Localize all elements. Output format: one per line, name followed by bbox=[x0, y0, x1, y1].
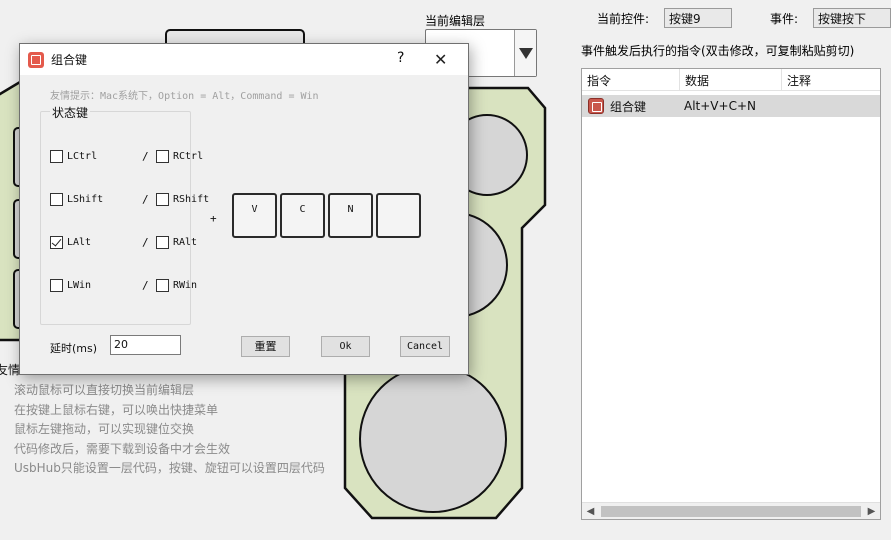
key-slot-2[interactable]: C bbox=[280, 193, 325, 238]
row-data: Alt+V+C+N bbox=[684, 99, 756, 113]
hint-list: 滚动鼠标可以直接切换当前编辑层 在按键上鼠标右键，可以唤出快捷菜单 鼠标左键拖动… bbox=[14, 381, 325, 479]
scroll-right-icon[interactable]: ▶ bbox=[863, 506, 880, 517]
label-rctrl: RCtrl bbox=[173, 150, 204, 162]
scroll-left-icon[interactable]: ◀ bbox=[582, 506, 599, 517]
label-lwin: LWin bbox=[67, 279, 92, 291]
ok-button[interactable]: Ok bbox=[321, 336, 370, 357]
key-slot-3[interactable]: N bbox=[328, 193, 373, 238]
current-control-field[interactable]: 按键9 bbox=[664, 8, 732, 28]
reset-button[interactable]: 重置 bbox=[241, 336, 290, 357]
combo-key-icon bbox=[28, 51, 44, 68]
label-rwin: RWin bbox=[173, 279, 198, 291]
cancel-button[interactable]: Cancel bbox=[400, 336, 450, 357]
modifier-group-title: 状态键 bbox=[50, 104, 91, 121]
delay-input[interactable]: 20 bbox=[110, 335, 181, 355]
command-table[interactable]: 指令 数据 注释 组合键 Alt+V+C+N ◀ ▶ bbox=[581, 68, 881, 520]
hint-item: 在按键上鼠标右键，可以唤出快捷菜单 bbox=[14, 402, 219, 417]
key-slot-1[interactable]: V bbox=[232, 193, 277, 238]
checkbox-lwin[interactable] bbox=[50, 278, 63, 292]
checkbox-lctrl[interactable] bbox=[50, 149, 63, 163]
checkbox-lshift[interactable] bbox=[50, 192, 63, 206]
label-ralt: RAlt bbox=[173, 236, 198, 248]
commands-caption: 事件触发后执行的指令(双击修改，可复制粘贴剪切) bbox=[581, 44, 855, 58]
checkbox-rwin[interactable] bbox=[156, 278, 169, 292]
current-control-label: 当前控件: bbox=[597, 12, 650, 26]
checkbox-rshift[interactable] bbox=[156, 192, 169, 206]
edit-layer-label: 当前编辑层 bbox=[425, 14, 486, 28]
hint-item: 鼠标左键拖动，可以实现键位交换 bbox=[14, 422, 195, 436]
modifier-row: LShift / RShift bbox=[50, 191, 209, 207]
checkbox-lalt[interactable] bbox=[50, 235, 63, 249]
modifier-row: LWin / RWin bbox=[50, 277, 197, 293]
tip-text: 友情提示：Mac系统下，Option = Alt，Command = Win bbox=[50, 91, 319, 102]
header-note[interactable]: 注释 bbox=[782, 69, 880, 90]
modifier-row: LAlt / RAlt bbox=[50, 234, 197, 250]
plus-sign: + bbox=[210, 212, 217, 225]
event-label: 事件: bbox=[770, 12, 799, 26]
label-lalt: LAlt bbox=[67, 236, 92, 248]
label-lshift: LShift bbox=[67, 193, 104, 205]
event-select[interactable]: 按键按下 bbox=[813, 8, 891, 28]
checkbox-rctrl[interactable] bbox=[156, 149, 169, 163]
divider-slash: / bbox=[142, 149, 149, 163]
header-command[interactable]: 指令 bbox=[582, 69, 680, 90]
dropdown-arrow-icon[interactable] bbox=[514, 30, 536, 76]
scroll-thumb[interactable] bbox=[601, 505, 861, 517]
dialog-titlebar[interactable]: 组合键 ? ✕ bbox=[20, 44, 468, 75]
combo-key-icon bbox=[588, 98, 604, 114]
command-table-header: 指令 数据 注释 bbox=[582, 69, 880, 91]
key-slot-4[interactable] bbox=[376, 193, 421, 238]
combo-key-dialog: 组合键 ? ✕ 友情提示：Mac系统下，Option = Alt，Command… bbox=[19, 43, 469, 375]
help-button[interactable]: ? bbox=[397, 50, 404, 66]
modifier-row: LCtrl / RCtrl bbox=[50, 148, 203, 164]
label-lctrl: LCtrl bbox=[67, 150, 98, 162]
row-command: 组合键 bbox=[610, 99, 647, 114]
hint-item: 代码修改后，需要下载到设备中才会生效 bbox=[14, 441, 231, 456]
delay-label: 延时(ms) bbox=[50, 342, 98, 355]
header-data[interactable]: 数据 bbox=[680, 69, 782, 90]
divider-slash: / bbox=[142, 235, 149, 249]
label-rshift: RShift bbox=[173, 193, 210, 205]
divider-slash: / bbox=[142, 192, 149, 206]
dialog-title: 组合键 bbox=[51, 53, 88, 67]
hint-item: UsbHub只能设置一层代码，按键、旋钮可以设置四层代码 bbox=[14, 461, 325, 475]
close-icon[interactable]: ✕ bbox=[434, 50, 447, 69]
hint-title: 友情 bbox=[0, 363, 21, 377]
horizontal-scrollbar[interactable]: ◀ ▶ bbox=[582, 502, 880, 519]
hint-item: 滚动鼠标可以直接切换当前编辑层 bbox=[14, 383, 195, 397]
table-row[interactable]: 组合键 Alt+V+C+N bbox=[582, 95, 880, 117]
checkbox-ralt[interactable] bbox=[156, 235, 169, 249]
knob-large[interactable] bbox=[359, 365, 507, 513]
divider-slash: / bbox=[142, 278, 149, 292]
